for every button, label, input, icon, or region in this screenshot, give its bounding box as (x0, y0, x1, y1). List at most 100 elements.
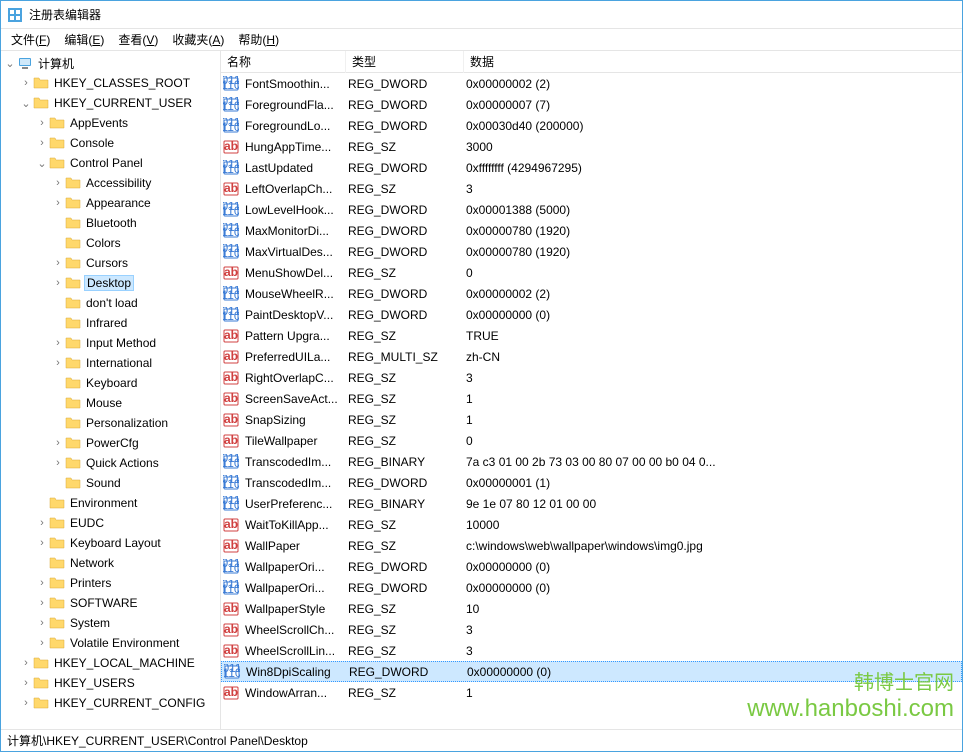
list-row[interactable]: Pattern Upgra...REG_SZTRUE (221, 325, 962, 346)
tree-system[interactable]: ›System (1, 613, 220, 633)
tree-colors[interactable]: Colors (1, 233, 220, 253)
tree-eudc[interactable]: ›EUDC (1, 513, 220, 533)
twisty-icon[interactable]: › (51, 177, 65, 189)
twisty-icon[interactable]: › (19, 677, 33, 689)
tree-console[interactable]: ›Console (1, 133, 220, 153)
list-row[interactable]: WallpaperOri...REG_DWORD0x00000000 (0) (221, 556, 962, 577)
tree-appevents[interactable]: ›AppEvents (1, 113, 220, 133)
col-header-name[interactable]: 名称 (221, 51, 346, 73)
list-row[interactable]: MouseWheelR...REG_DWORD0x00000002 (2) (221, 283, 962, 304)
list-row[interactable]: PreferredUILa...REG_MULTI_SZzh-CN (221, 346, 962, 367)
tree-quick-actions[interactable]: ›Quick Actions (1, 453, 220, 473)
list-row[interactable]: TileWallpaperREG_SZ0 (221, 430, 962, 451)
tree-printers[interactable]: ›Printers (1, 573, 220, 593)
menu-help[interactable]: 帮助(H) (232, 29, 285, 50)
list-row[interactable]: RightOverlapC...REG_SZ3 (221, 367, 962, 388)
twisty-icon[interactable]: › (35, 517, 49, 529)
list-row[interactable]: MaxMonitorDi...REG_DWORD0x00000780 (1920… (221, 220, 962, 241)
col-header-type[interactable]: 类型 (346, 51, 464, 73)
twisty-icon[interactable]: › (51, 457, 65, 469)
list-row[interactable]: WallpaperStyleREG_SZ10 (221, 598, 962, 619)
list-row[interactable]: Win8DpiScalingREG_DWORD0x00000000 (0) (221, 661, 962, 682)
list-row[interactable]: FontSmoothin...REG_DWORD0x00000002 (2) (221, 73, 962, 94)
list-pane[interactable]: 名称 类型 数据 FontSmoothin...REG_DWORD0x00000… (221, 51, 962, 729)
tree-mouse[interactable]: Mouse (1, 393, 220, 413)
twisty-icon[interactable]: › (35, 537, 49, 549)
twisty-icon[interactable]: › (51, 257, 65, 269)
list-row[interactable]: PaintDesktopV...REG_DWORD0x00000000 (0) (221, 304, 962, 325)
twisty-icon[interactable]: › (19, 657, 33, 669)
tree-dont-load[interactable]: don't load (1, 293, 220, 313)
twisty-icon[interactable]: › (35, 137, 49, 149)
twisty-icon[interactable]: › (35, 617, 49, 629)
tree-bluetooth[interactable]: Bluetooth (1, 213, 220, 233)
twisty-icon[interactable]: ⌄ (3, 57, 17, 70)
tree-hkcc[interactable]: ›HKEY_CURRENT_CONFIG (1, 693, 220, 713)
binary-value-icon (223, 223, 239, 239)
list-row[interactable]: MaxVirtualDes...REG_DWORD0x00000780 (192… (221, 241, 962, 262)
list-row[interactable]: LowLevelHook...REG_DWORD0x00001388 (5000… (221, 199, 962, 220)
list-row[interactable]: UserPreferenc...REG_BINARY9e 1e 07 80 12… (221, 493, 962, 514)
menu-file[interactable]: 文件(F) (5, 29, 56, 50)
list-row[interactable]: WheelScrollCh...REG_SZ3 (221, 619, 962, 640)
tree-environment[interactable]: Environment (1, 493, 220, 513)
twisty-icon[interactable]: › (51, 197, 65, 209)
tree-cursors[interactable]: ›Cursors (1, 253, 220, 273)
twisty-icon[interactable]: › (35, 117, 49, 129)
twisty-icon[interactable]: › (35, 577, 49, 589)
tree-hkcu[interactable]: ⌄HKEY_CURRENT_USER (1, 93, 220, 113)
list-row[interactable]: WheelScrollLin...REG_SZ3 (221, 640, 962, 661)
value-type: REG_SZ (344, 181, 462, 197)
tree-volatile[interactable]: ›Volatile Environment (1, 633, 220, 653)
col-header-data[interactable]: 数据 (464, 51, 962, 73)
list-row[interactable]: WaitToKillApp...REG_SZ10000 (221, 514, 962, 535)
list-row[interactable]: WindowArran...REG_SZ1 (221, 682, 962, 703)
list-row[interactable]: WallPaperREG_SZc:\windows\web\wallpaper\… (221, 535, 962, 556)
twisty-icon[interactable]: › (51, 437, 65, 449)
tree-sound[interactable]: Sound (1, 473, 220, 493)
tree-hku[interactable]: ›HKEY_USERS (1, 673, 220, 693)
menu-view[interactable]: 查看(V) (112, 29, 164, 50)
tree-label: PowerCfg (84, 435, 141, 451)
list-row[interactable]: LastUpdatedREG_DWORD0xffffffff (42949672… (221, 157, 962, 178)
list-row[interactable]: ForegroundFla...REG_DWORD0x00000007 (7) (221, 94, 962, 115)
tree-hkcr[interactable]: ›HKEY_CLASSES_ROOT (1, 73, 220, 93)
list-row[interactable]: HungAppTime...REG_SZ3000 (221, 136, 962, 157)
twisty-icon[interactable]: › (35, 637, 49, 649)
list-row[interactable]: TranscodedIm...REG_DWORD0x00000001 (1) (221, 472, 962, 493)
list-row[interactable]: LeftOverlapCh...REG_SZ3 (221, 178, 962, 199)
tree-input-method[interactable]: ›Input Method (1, 333, 220, 353)
tree-pane[interactable]: ⌄计算机 ›HKEY_CLASSES_ROOT ⌄HKEY_CURRENT_US… (1, 51, 221, 729)
tree-appearance[interactable]: ›Appearance (1, 193, 220, 213)
tree-desktop[interactable]: ›Desktop (1, 273, 220, 293)
tree-hklm[interactable]: ›HKEY_LOCAL_MACHINE (1, 653, 220, 673)
twisty-icon[interactable]: › (19, 697, 33, 709)
tree-infrared[interactable]: Infrared (1, 313, 220, 333)
list-row[interactable]: TranscodedIm...REG_BINARY7a c3 01 00 2b … (221, 451, 962, 472)
list-row[interactable]: MenuShowDel...REG_SZ0 (221, 262, 962, 283)
list-row[interactable]: ForegroundLo...REG_DWORD0x00030d40 (2000… (221, 115, 962, 136)
tree-control-panel[interactable]: ⌄Control Panel (1, 153, 220, 173)
twisty-icon[interactable]: ⌄ (35, 157, 49, 170)
tree-label: Environment (68, 495, 139, 511)
menu-edit[interactable]: 编辑(E) (58, 29, 110, 50)
tree-keyboard[interactable]: Keyboard (1, 373, 220, 393)
twisty-icon[interactable]: › (51, 337, 65, 349)
menu-favorites[interactable]: 收藏夹(A) (166, 29, 230, 50)
list-row[interactable]: ScreenSaveAct...REG_SZ1 (221, 388, 962, 409)
tree-network[interactable]: Network (1, 553, 220, 573)
tree-keyboard-layout[interactable]: ›Keyboard Layout (1, 533, 220, 553)
tree-powercfg[interactable]: › PowerCfg (1, 433, 220, 453)
list-row[interactable]: SnapSizingREG_SZ1 (221, 409, 962, 430)
list-row[interactable]: WallpaperOri...REG_DWORD0x00000000 (0) (221, 577, 962, 598)
tree-accessibility[interactable]: ›Accessibility (1, 173, 220, 193)
twisty-icon[interactable]: ⌄ (19, 97, 33, 110)
twisty-icon[interactable]: › (35, 597, 49, 609)
twisty-icon[interactable]: › (51, 277, 65, 289)
tree-personalization[interactable]: Personalization (1, 413, 220, 433)
tree-root[interactable]: ⌄计算机 (1, 53, 220, 73)
tree-international[interactable]: ›International (1, 353, 220, 373)
twisty-icon[interactable]: › (51, 357, 65, 369)
tree-software[interactable]: ›SOFTWARE (1, 593, 220, 613)
twisty-icon[interactable]: › (19, 77, 33, 89)
